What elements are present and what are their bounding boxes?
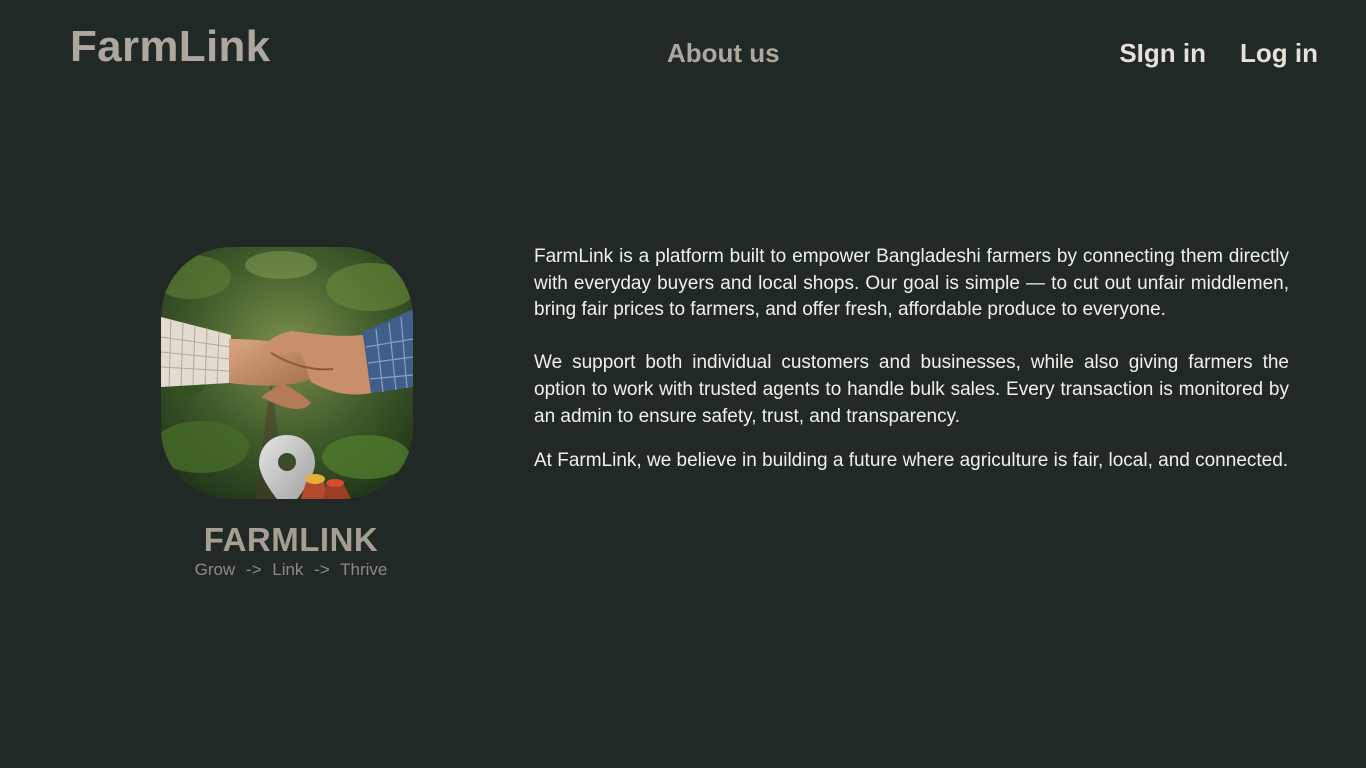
auth-links: SIgn in Log in (1119, 38, 1318, 69)
about-paragraph-3: At FarmLink, we believe in building a fu… (534, 450, 1289, 472)
brand-logo-link[interactable]: FarmLink (70, 22, 270, 72)
page: FarmLink About us SIgn in Log in FARMLIN… (0, 0, 1366, 768)
logo-tagline: Grow -> Link -> Thrive (194, 560, 388, 579)
handshake-photo (161, 247, 413, 499)
nav-about-us[interactable]: About us (667, 38, 780, 69)
about-paragraph-1: FarmLink is a platform built to empower … (534, 246, 1289, 321)
sign-in-link[interactable]: SIgn in (1119, 38, 1206, 69)
about-paragraph-2: We support both individual customers and… (534, 352, 1289, 427)
log-in-link[interactable]: Log in (1240, 38, 1318, 69)
farmlink-logo: FARMLINK Grow -> Link -> Thrive (160, 246, 416, 586)
about-section: FarmLink is a platform built to empower … (534, 244, 1289, 475)
logo-title: FARMLINK (203, 521, 379, 558)
